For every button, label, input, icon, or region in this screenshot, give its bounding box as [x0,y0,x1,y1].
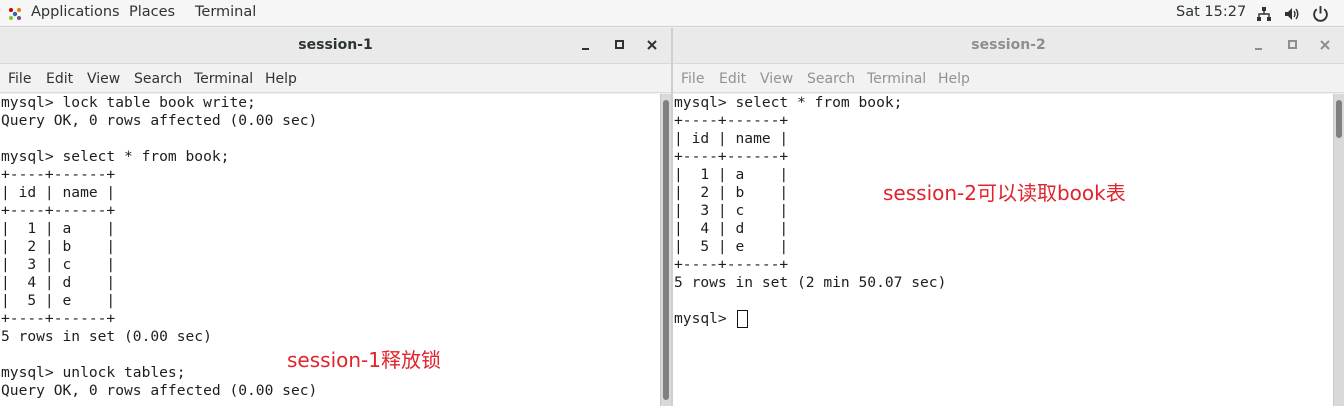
terminal-cursor [736,310,748,328]
terminal-line: | 3 | c | [674,202,789,219]
terminal-line: | 4 | d | [1,274,116,291]
places-menu[interactable]: Places [129,4,175,20]
maximize-icon[interactable] [1286,38,1300,52]
terminal-line: +----+------+ [674,112,789,129]
scrollbar-thumb[interactable] [1336,100,1342,138]
scrollbar[interactable] [660,94,671,406]
menu-file[interactable]: File [681,71,704,87]
terminal-line: | 1 | a | [674,166,789,183]
terminal-line: mysql> lock table book write; [1,94,256,111]
terminal-line: | id | name | [674,130,789,147]
terminal-line: Query OK, 0 rows affected (0.00 sec) [1,382,318,399]
power-icon[interactable] [1312,5,1329,22]
terminal-line: +----+------+ [1,310,116,327]
minimize-icon[interactable] [1252,38,1266,52]
terminal-line: +----+------+ [1,202,116,219]
title-bar[interactable]: session-1 [0,28,671,64]
terminal-app-menu[interactable]: Terminal [195,4,256,20]
terminal-line: mysql> select * from book; [674,94,903,111]
clock[interactable]: Sat 15:27 [1176,4,1246,20]
scrollbar-thumb[interactable] [663,100,669,400]
terminal-line: | 4 | d | [674,220,789,237]
terminal-line: Query OK, 0 rows affected (0.00 sec) [1,112,318,129]
window-title: session-2 [971,37,1046,53]
terminal-window-session-2: session-2 File Edit View Search Terminal… [673,28,1344,406]
annotation-session-2: session-2可以读取book表 [883,181,1126,205]
window-title: session-1 [298,37,373,53]
terminal-line: | 5 | e | [1,292,116,309]
terminal-prompt: mysql> [674,310,736,327]
terminal-prompt-line[interactable]: mysql> [674,310,748,328]
terminal-line: 5 rows in set (0.00 sec) [1,328,212,345]
menu-help[interactable]: Help [265,71,297,87]
menu-terminal[interactable]: Terminal [867,71,926,87]
network-icon[interactable] [1256,6,1272,22]
terminal-line: | id | name | [1,184,116,201]
terminal-line: 5 rows in set (2 min 50.07 sec) [674,274,947,291]
terminal-line: | 3 | c | [1,256,116,273]
maximize-icon[interactable] [613,38,627,52]
title-bar[interactable]: session-2 [673,28,1344,64]
applications-icon[interactable] [7,6,23,22]
terminal-line: | 2 | b | [1,238,116,255]
menu-terminal[interactable]: Terminal [194,71,253,87]
menu-help[interactable]: Help [938,71,970,87]
applications-menu[interactable]: Applications [31,4,120,20]
annotation-session-1: session-1释放锁 [287,348,441,372]
menu-search[interactable]: Search [134,71,182,87]
terminal-line: +----+------+ [674,148,789,165]
terminal-line: | 1 | a | [1,220,116,237]
top-bar: Applications Places Terminal Sat 15:27 [0,0,1344,27]
scrollbar[interactable] [1333,94,1344,406]
menu-edit[interactable]: Edit [719,71,746,87]
menu-file[interactable]: File [8,71,31,87]
terminal-line: mysql> select * from book; [1,148,230,165]
terminal-line: | 5 | e | [674,238,789,255]
menu-view[interactable]: View [87,71,120,87]
terminal-line: mysql> unlock tables; [1,364,186,381]
terminal-line: +----+------+ [1,166,116,183]
menu-search[interactable]: Search [807,71,855,87]
minimize-icon[interactable] [579,38,593,52]
menu-view[interactable]: View [760,71,793,87]
menu-edit[interactable]: Edit [46,71,73,87]
terminal-output[interactable]: mysql> select * from book; +----+------+… [673,94,1333,406]
menu-bar: File Edit View Search Terminal Help [0,65,671,93]
terminal-line: | 2 | b | [674,184,789,201]
terminal-line: +----+------+ [674,256,789,273]
menu-bar: File Edit View Search Terminal Help [673,65,1344,93]
close-icon[interactable] [645,38,659,52]
close-icon[interactable] [1318,38,1332,52]
volume-icon[interactable] [1284,6,1300,22]
